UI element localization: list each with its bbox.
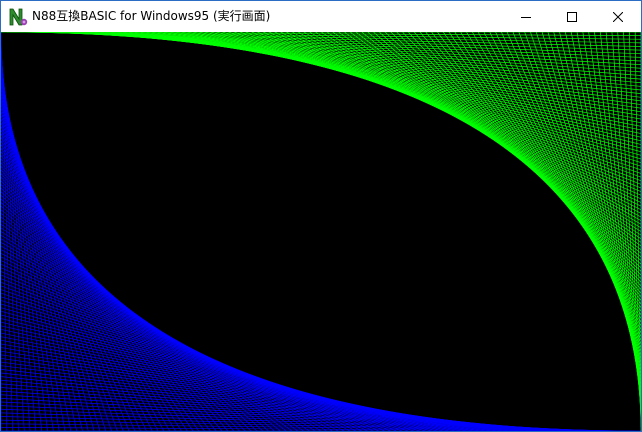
pattern-line	[419, 32, 641, 294]
pattern-line	[1, 423, 630, 431]
n88-basic-app-icon	[8, 7, 28, 27]
title-bar[interactable]: N88互換BASIC for Windows95 (実行画面)	[1, 1, 641, 32]
pattern-line	[367, 32, 641, 261]
pattern-line	[355, 32, 641, 254]
pattern-line	[471, 32, 641, 326]
minimize-icon	[521, 16, 531, 18]
green-line-fan	[1, 32, 641, 431]
pattern-line	[1, 285, 409, 431]
pattern-line	[460, 32, 641, 319]
close-button[interactable]	[595, 1, 641, 32]
pattern-line	[384, 32, 641, 272]
line-art-drawing	[1, 32, 641, 431]
minimize-button[interactable]	[503, 1, 549, 32]
pattern-line	[1, 274, 391, 431]
pattern-line	[425, 32, 641, 298]
pattern-line	[629, 32, 641, 424]
window-title: N88互換BASIC for Windows95 (実行画面)	[32, 9, 271, 23]
close-icon	[613, 11, 623, 22]
pattern-line	[1, 260, 368, 431]
pattern-line	[408, 32, 641, 287]
maximize-button[interactable]	[549, 1, 595, 32]
maximize-icon	[567, 11, 577, 22]
pattern-line	[466, 32, 641, 323]
blue-line-fan	[1, 32, 641, 431]
app-window: N88互換BASIC for Windows95 (実行画面)	[0, 0, 642, 432]
basic-graphics-screen[interactable]	[1, 32, 641, 431]
